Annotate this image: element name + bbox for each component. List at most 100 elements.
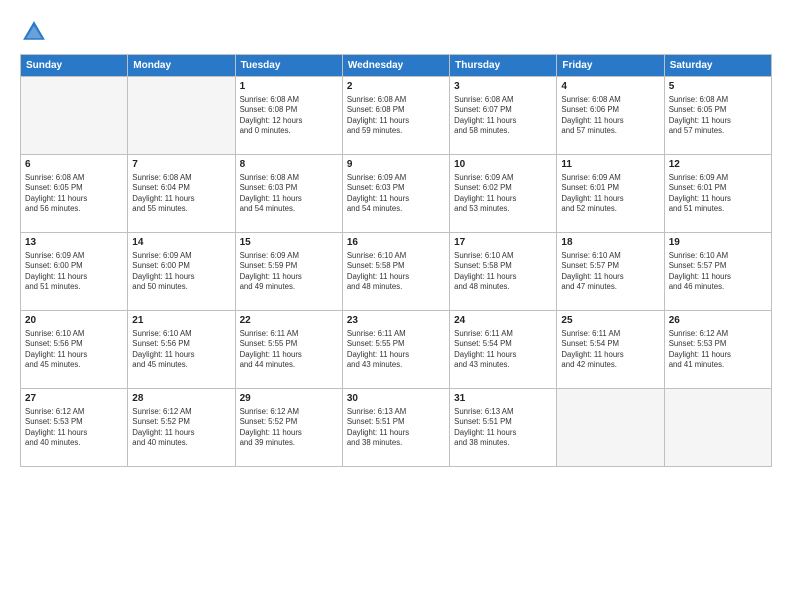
calendar-day-cell: 2Sunrise: 6:08 AM Sunset: 6:08 PM Daylig… — [342, 77, 449, 155]
calendar-day-cell: 13Sunrise: 6:09 AM Sunset: 6:00 PM Dayli… — [21, 233, 128, 311]
calendar-header-row: SundayMondayTuesdayWednesdayThursdayFrid… — [21, 55, 772, 77]
weekday-header: Sunday — [21, 55, 128, 77]
day-info: Sunrise: 6:10 AM Sunset: 5:58 PM Dayligh… — [347, 251, 445, 293]
day-number: 22 — [240, 314, 338, 328]
calendar-day-cell: 9Sunrise: 6:09 AM Sunset: 6:03 PM Daylig… — [342, 155, 449, 233]
calendar-day-cell: 1Sunrise: 6:08 AM Sunset: 6:08 PM Daylig… — [235, 77, 342, 155]
day-number: 1 — [240, 80, 338, 94]
calendar-day-cell: 15Sunrise: 6:09 AM Sunset: 5:59 PM Dayli… — [235, 233, 342, 311]
day-info: Sunrise: 6:10 AM Sunset: 5:57 PM Dayligh… — [669, 251, 767, 293]
calendar-day-cell: 18Sunrise: 6:10 AM Sunset: 5:57 PM Dayli… — [557, 233, 664, 311]
day-info: Sunrise: 6:12 AM Sunset: 5:52 PM Dayligh… — [132, 407, 230, 449]
weekday-header: Wednesday — [342, 55, 449, 77]
day-number: 19 — [669, 236, 767, 250]
day-info: Sunrise: 6:13 AM Sunset: 5:51 PM Dayligh… — [454, 407, 552, 449]
day-info: Sunrise: 6:12 AM Sunset: 5:53 PM Dayligh… — [25, 407, 123, 449]
day-info: Sunrise: 6:11 AM Sunset: 5:55 PM Dayligh… — [240, 329, 338, 371]
day-number: 23 — [347, 314, 445, 328]
calendar-day-cell: 23Sunrise: 6:11 AM Sunset: 5:55 PM Dayli… — [342, 311, 449, 389]
day-number: 2 — [347, 80, 445, 94]
calendar-week-row: 1Sunrise: 6:08 AM Sunset: 6:08 PM Daylig… — [21, 77, 772, 155]
calendar-day-cell: 3Sunrise: 6:08 AM Sunset: 6:07 PM Daylig… — [450, 77, 557, 155]
day-number: 21 — [132, 314, 230, 328]
day-number: 18 — [561, 236, 659, 250]
day-info: Sunrise: 6:13 AM Sunset: 5:51 PM Dayligh… — [347, 407, 445, 449]
day-info: Sunrise: 6:10 AM Sunset: 5:57 PM Dayligh… — [561, 251, 659, 293]
day-info: Sunrise: 6:12 AM Sunset: 5:52 PM Dayligh… — [240, 407, 338, 449]
logo-icon — [20, 18, 48, 46]
day-info: Sunrise: 6:09 AM Sunset: 6:01 PM Dayligh… — [669, 173, 767, 215]
calendar-day-cell: 5Sunrise: 6:08 AM Sunset: 6:05 PM Daylig… — [664, 77, 771, 155]
day-number: 25 — [561, 314, 659, 328]
calendar-day-cell: 28Sunrise: 6:12 AM Sunset: 5:52 PM Dayli… — [128, 389, 235, 467]
day-info: Sunrise: 6:09 AM Sunset: 6:00 PM Dayligh… — [132, 251, 230, 293]
day-number: 9 — [347, 158, 445, 172]
day-number: 5 — [669, 80, 767, 94]
day-info: Sunrise: 6:08 AM Sunset: 6:08 PM Dayligh… — [240, 95, 338, 137]
calendar-day-cell: 11Sunrise: 6:09 AM Sunset: 6:01 PM Dayli… — [557, 155, 664, 233]
day-info: Sunrise: 6:08 AM Sunset: 6:07 PM Dayligh… — [454, 95, 552, 137]
calendar-table: SundayMondayTuesdayWednesdayThursdayFrid… — [20, 54, 772, 467]
calendar-day-cell: 8Sunrise: 6:08 AM Sunset: 6:03 PM Daylig… — [235, 155, 342, 233]
weekday-header: Thursday — [450, 55, 557, 77]
calendar-day-cell: 17Sunrise: 6:10 AM Sunset: 5:58 PM Dayli… — [450, 233, 557, 311]
day-info: Sunrise: 6:08 AM Sunset: 6:08 PM Dayligh… — [347, 95, 445, 137]
day-number: 24 — [454, 314, 552, 328]
day-info: Sunrise: 6:10 AM Sunset: 5:56 PM Dayligh… — [132, 329, 230, 371]
header — [20, 18, 772, 46]
calendar-week-row: 27Sunrise: 6:12 AM Sunset: 5:53 PM Dayli… — [21, 389, 772, 467]
day-number: 16 — [347, 236, 445, 250]
day-info: Sunrise: 6:10 AM Sunset: 5:56 PM Dayligh… — [25, 329, 123, 371]
day-info: Sunrise: 6:09 AM Sunset: 6:01 PM Dayligh… — [561, 173, 659, 215]
calendar-day-cell: 24Sunrise: 6:11 AM Sunset: 5:54 PM Dayli… — [450, 311, 557, 389]
calendar-week-row: 6Sunrise: 6:08 AM Sunset: 6:05 PM Daylig… — [21, 155, 772, 233]
day-info: Sunrise: 6:11 AM Sunset: 5:55 PM Dayligh… — [347, 329, 445, 371]
calendar-day-cell: 4Sunrise: 6:08 AM Sunset: 6:06 PM Daylig… — [557, 77, 664, 155]
day-number: 31 — [454, 392, 552, 406]
day-info: Sunrise: 6:08 AM Sunset: 6:03 PM Dayligh… — [240, 173, 338, 215]
day-number: 10 — [454, 158, 552, 172]
weekday-header: Saturday — [664, 55, 771, 77]
calendar-day-cell: 19Sunrise: 6:10 AM Sunset: 5:57 PM Dayli… — [664, 233, 771, 311]
day-number: 14 — [132, 236, 230, 250]
day-number: 6 — [25, 158, 123, 172]
day-number: 8 — [240, 158, 338, 172]
calendar-day-cell — [557, 389, 664, 467]
calendar-day-cell: 30Sunrise: 6:13 AM Sunset: 5:51 PM Dayli… — [342, 389, 449, 467]
calendar-day-cell: 25Sunrise: 6:11 AM Sunset: 5:54 PM Dayli… — [557, 311, 664, 389]
calendar-day-cell: 29Sunrise: 6:12 AM Sunset: 5:52 PM Dayli… — [235, 389, 342, 467]
day-info: Sunrise: 6:11 AM Sunset: 5:54 PM Dayligh… — [454, 329, 552, 371]
day-number: 27 — [25, 392, 123, 406]
calendar-week-row: 20Sunrise: 6:10 AM Sunset: 5:56 PM Dayli… — [21, 311, 772, 389]
logo — [20, 18, 52, 46]
calendar-day-cell — [664, 389, 771, 467]
weekday-header: Monday — [128, 55, 235, 77]
day-info: Sunrise: 6:09 AM Sunset: 5:59 PM Dayligh… — [240, 251, 338, 293]
calendar-day-cell: 10Sunrise: 6:09 AM Sunset: 6:02 PM Dayli… — [450, 155, 557, 233]
day-info: Sunrise: 6:12 AM Sunset: 5:53 PM Dayligh… — [669, 329, 767, 371]
day-info: Sunrise: 6:08 AM Sunset: 6:04 PM Dayligh… — [132, 173, 230, 215]
calendar-day-cell — [128, 77, 235, 155]
day-number: 13 — [25, 236, 123, 250]
day-info: Sunrise: 6:10 AM Sunset: 5:58 PM Dayligh… — [454, 251, 552, 293]
day-number: 15 — [240, 236, 338, 250]
calendar-day-cell: 27Sunrise: 6:12 AM Sunset: 5:53 PM Dayli… — [21, 389, 128, 467]
calendar-day-cell: 7Sunrise: 6:08 AM Sunset: 6:04 PM Daylig… — [128, 155, 235, 233]
weekday-header: Tuesday — [235, 55, 342, 77]
calendar-day-cell: 26Sunrise: 6:12 AM Sunset: 5:53 PM Dayli… — [664, 311, 771, 389]
calendar-day-cell: 16Sunrise: 6:10 AM Sunset: 5:58 PM Dayli… — [342, 233, 449, 311]
day-info: Sunrise: 6:09 AM Sunset: 6:03 PM Dayligh… — [347, 173, 445, 215]
day-number: 20 — [25, 314, 123, 328]
day-number: 28 — [132, 392, 230, 406]
page: SundayMondayTuesdayWednesdayThursdayFrid… — [0, 0, 792, 612]
day-number: 29 — [240, 392, 338, 406]
day-info: Sunrise: 6:09 AM Sunset: 6:00 PM Dayligh… — [25, 251, 123, 293]
day-number: 4 — [561, 80, 659, 94]
day-number: 12 — [669, 158, 767, 172]
day-number: 3 — [454, 80, 552, 94]
calendar-day-cell: 31Sunrise: 6:13 AM Sunset: 5:51 PM Dayli… — [450, 389, 557, 467]
day-info: Sunrise: 6:09 AM Sunset: 6:02 PM Dayligh… — [454, 173, 552, 215]
day-number: 17 — [454, 236, 552, 250]
calendar-day-cell: 21Sunrise: 6:10 AM Sunset: 5:56 PM Dayli… — [128, 311, 235, 389]
calendar-week-row: 13Sunrise: 6:09 AM Sunset: 6:00 PM Dayli… — [21, 233, 772, 311]
